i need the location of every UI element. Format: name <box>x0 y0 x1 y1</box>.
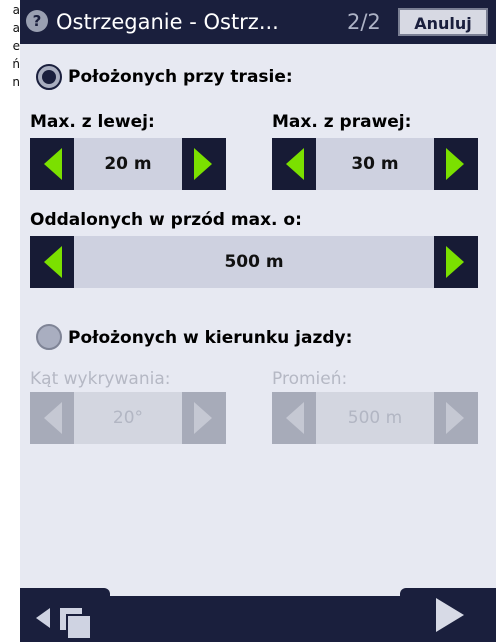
arrow-right-icon <box>436 598 464 632</box>
arrow-right-icon <box>446 402 464 434</box>
increase-button[interactable] <box>434 138 478 190</box>
radius-label: Promień: <box>272 369 348 389</box>
max-left-label: Max. z lewej: <box>30 112 155 132</box>
max-left-stepper: 20 m <box>30 138 226 190</box>
overflow-line-1: a <box>12 3 20 17</box>
direction-label: Położonych w kierunku jazdy: <box>68 328 353 348</box>
title-bar: ? Ostrzeganie - Ostrz... 2/2 Anuluj <box>20 0 496 44</box>
ahead-value: 500 m <box>74 236 434 288</box>
decrease-button[interactable] <box>30 138 74 190</box>
arrow-left-icon <box>44 246 62 278</box>
increase-button[interactable] <box>182 392 226 444</box>
arrow-left-icon <box>286 148 304 180</box>
max-right-label: Max. z prawej: <box>272 112 412 132</box>
increase-button[interactable] <box>434 392 478 444</box>
help-icon[interactable]: ? <box>26 10 48 32</box>
radio-along-route[interactable] <box>36 64 62 90</box>
max-right-value: 30 m <box>316 138 434 190</box>
overflow-line-2: a <box>12 21 20 35</box>
arrow-left-icon <box>44 148 62 180</box>
decrease-button[interactable] <box>272 392 316 444</box>
decrease-button[interactable] <box>30 236 74 288</box>
overflow-line-5: n <box>12 75 20 89</box>
arrow-left-icon <box>44 402 62 434</box>
decrease-button[interactable] <box>272 138 316 190</box>
decrease-button[interactable] <box>30 392 74 444</box>
arrow-right-icon <box>194 402 212 434</box>
ahead-label: Oddalonych w przód max. o: <box>30 210 302 230</box>
settings-screen: ? Ostrzeganie - Ostrz... 2/2 Anuluj Poło… <box>20 0 496 642</box>
along-route-label: Położonych przy trasie: <box>68 67 293 87</box>
overflow-line-4: ń <box>12 57 20 71</box>
page-title: Ostrzeganie - Ostrz... <box>56 10 279 34</box>
angle-value: 20° <box>74 392 182 444</box>
ahead-stepper: 500 m <box>30 236 478 288</box>
arrow-right-icon <box>194 148 212 180</box>
back-button[interactable] <box>20 588 110 642</box>
max-right-stepper: 30 m <box>272 138 478 190</box>
arrow-right-icon <box>446 148 464 180</box>
angle-stepper: 20° <box>30 392 226 444</box>
windows-icon <box>66 614 92 640</box>
increase-button[interactable] <box>434 236 478 288</box>
max-left-value: 20 m <box>74 138 182 190</box>
left-text-overflow: a a e ń n <box>0 0 20 120</box>
arrow-left-icon <box>36 608 50 628</box>
cancel-button[interactable]: Anuluj <box>398 8 488 36</box>
angle-label: Kąt wykrywania: <box>30 369 171 389</box>
arrow-right-icon <box>446 246 464 278</box>
arrow-left-icon <box>286 402 304 434</box>
increase-button[interactable] <box>182 138 226 190</box>
page-indicator: 2/2 <box>347 10 381 34</box>
radius-value: 500 m <box>316 392 434 444</box>
next-button[interactable] <box>400 588 496 642</box>
radio-direction[interactable] <box>36 324 62 350</box>
radius-stepper: 500 m <box>272 392 478 444</box>
overflow-line-3: e <box>12 39 20 53</box>
